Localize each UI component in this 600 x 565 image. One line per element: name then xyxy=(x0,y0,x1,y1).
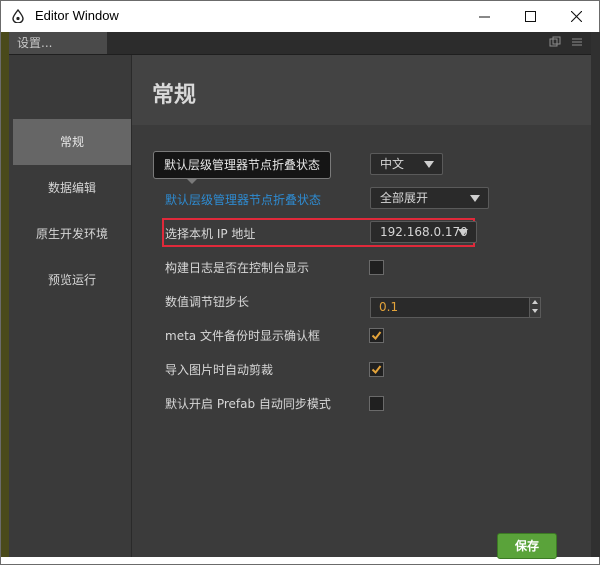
chevron-down-icon xyxy=(424,161,434,168)
sidebar-item-native-env[interactable]: 原生开发环境 xyxy=(13,211,131,257)
minimize-icon xyxy=(478,16,490,17)
chevron-down-icon xyxy=(470,195,480,202)
auto-crop-label: 导入图片时自动剪裁 xyxy=(165,363,274,377)
settings-content: 常规 中文 默认层级管理器节点折叠状态 默认层级管理器节点折叠状态 全部展开 选… xyxy=(132,55,591,559)
auto-crop-checkbox[interactable] xyxy=(369,362,384,377)
build-log-checkbox[interactable] xyxy=(369,260,384,275)
sidebar-item-preview-run[interactable]: 预览运行 xyxy=(13,257,131,303)
meta-backup-label: meta 文件备份时显示确认框 xyxy=(165,329,320,343)
stepper-step-value: 0.1 xyxy=(379,300,399,314)
tab-strip: 设置... xyxy=(9,32,591,55)
chevron-down-icon[interactable] xyxy=(532,309,538,313)
settings-sidebar: 常规 数据编辑 原生开发环境 预览运行 xyxy=(9,55,132,557)
maximize-icon xyxy=(524,10,536,22)
save-button[interactable]: 保存 xyxy=(497,533,557,559)
prefab-sync-checkbox[interactable] xyxy=(369,396,384,411)
popout-icon[interactable] xyxy=(549,36,561,48)
heading-band: 常规 xyxy=(132,55,591,125)
stepper-spinner[interactable] xyxy=(529,298,540,317)
maximize-button[interactable] xyxy=(507,1,553,31)
ip-address-label: 选择本机 IP 地址 xyxy=(165,227,256,241)
editor-panel: 设置... 常规 数据编辑 原生开发环境 预览运行 常规 中文 默认层级管理器节… xyxy=(9,32,591,559)
tooltip: 默认层级管理器节点折叠状态 xyxy=(153,151,331,179)
stepper-step-input[interactable]: 0.1 xyxy=(370,297,541,318)
language-select[interactable]: 中文 xyxy=(370,153,443,175)
meta-backup-checkbox[interactable] xyxy=(369,328,384,343)
ip-address-select[interactable]: 192.168.0.170 xyxy=(370,221,477,243)
editor-window: Editor Window 设置... 常规 数据编辑 原生开发环境 预览运行 xyxy=(0,0,600,565)
checkmark-icon xyxy=(371,365,382,375)
ip-address-select-value: 192.168.0.170 xyxy=(380,225,468,239)
chevron-up-icon[interactable] xyxy=(532,300,538,304)
chevron-down-icon xyxy=(458,229,468,236)
hierarchy-fold-select[interactable]: 全部展开 xyxy=(370,187,489,209)
hierarchy-fold-select-value: 全部展开 xyxy=(380,191,429,205)
sidebar-item-data-editing[interactable]: 数据编辑 xyxy=(13,165,131,211)
title-bar[interactable]: Editor Window xyxy=(1,1,599,31)
sidebar-item-general[interactable]: 常规 xyxy=(13,119,131,165)
close-button[interactable] xyxy=(553,1,599,31)
background-edge-left xyxy=(1,32,9,557)
window-title: Editor Window xyxy=(35,8,119,23)
menu-icon[interactable] xyxy=(571,36,583,48)
build-log-label: 构建日志是否在控制台显示 xyxy=(165,261,310,275)
prefab-sync-label: 默认开启 Prefab 自动同步模式 xyxy=(165,397,331,411)
stepper-step-label: 数值调节钮步长 xyxy=(165,295,250,309)
page-title: 常规 xyxy=(152,83,197,108)
minimize-button[interactable] xyxy=(461,1,507,31)
language-select-value: 中文 xyxy=(380,157,405,171)
tooltip-arrow xyxy=(186,178,198,184)
checkmark-icon xyxy=(371,331,382,341)
background-edge-right xyxy=(591,32,600,557)
app-logo-icon xyxy=(12,9,24,23)
close-icon xyxy=(570,10,582,22)
tab-settings[interactable]: 设置... xyxy=(9,32,107,54)
hierarchy-fold-label: 默认层级管理器节点折叠状态 xyxy=(165,193,322,207)
